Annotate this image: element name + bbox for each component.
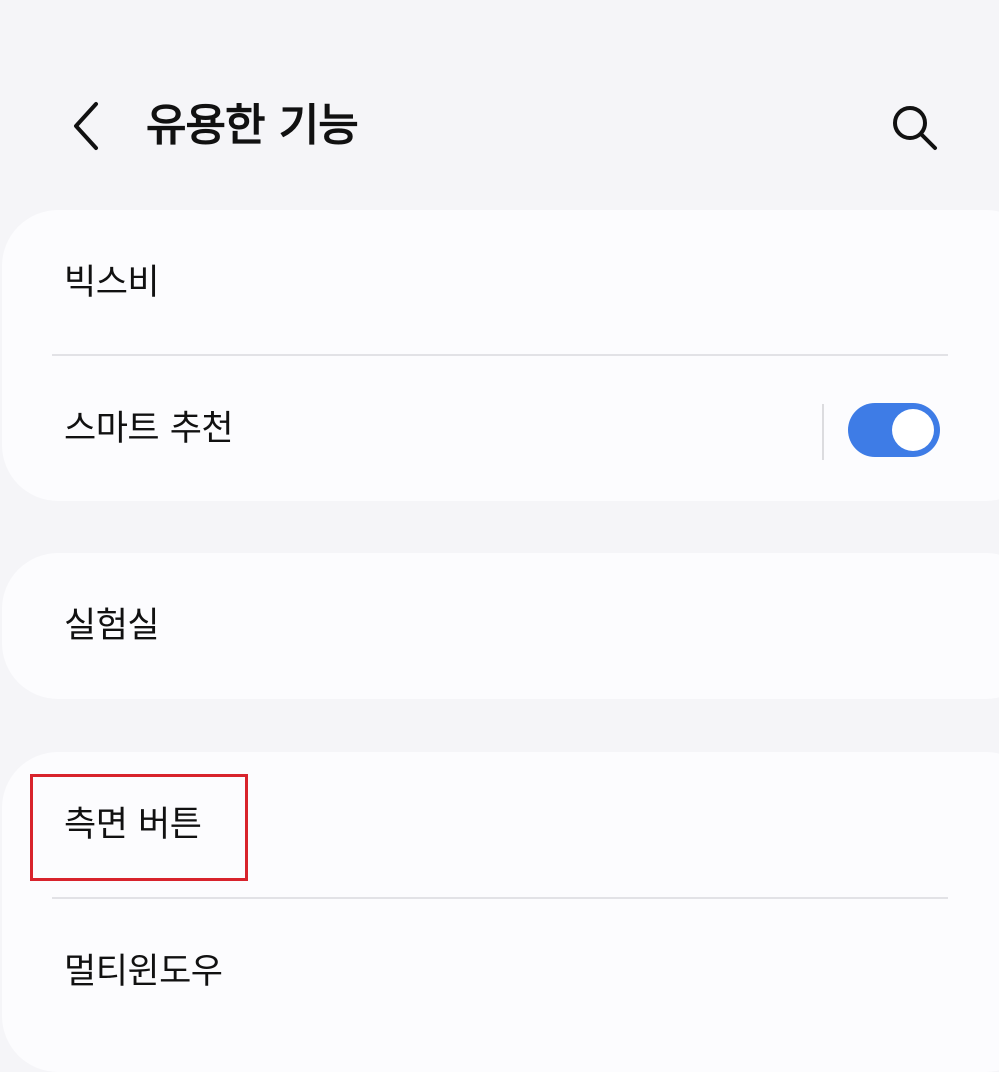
item-label: 멀티윈도우: [64, 952, 223, 992]
list-item-bixby[interactable]: 빅스비: [2, 210, 999, 356]
page-title: 유용한 기능: [146, 100, 359, 151]
search-button[interactable]: [880, 96, 950, 160]
back-button[interactable]: [58, 96, 114, 156]
toggle-separator: [822, 404, 824, 460]
item-label: 실험실: [64, 606, 160, 646]
list-item-labs[interactable]: 실험실: [2, 553, 999, 699]
settings-group-3: 측면 버튼 멀티윈도우: [2, 752, 999, 1072]
toggle-knob: [892, 409, 934, 451]
list-item-smart-suggestions[interactable]: 스마트 추천: [2, 356, 999, 502]
chevron-left-icon: [74, 102, 98, 150]
search-icon: [893, 106, 937, 150]
list-item-multi-window[interactable]: 멀티윈도우: [2, 899, 999, 1045]
settings-group-1: 빅스비 스마트 추천: [2, 210, 999, 501]
list-item-side-button[interactable]: 측면 버튼: [2, 752, 999, 898]
item-label: 빅스비: [64, 263, 160, 303]
item-label: 측면 버튼: [64, 805, 202, 845]
smart-suggestions-toggle[interactable]: [848, 403, 940, 457]
item-label: 스마트 추천: [64, 409, 234, 449]
app-bar: 유용한 기능: [0, 0, 999, 210]
settings-group-2: 실험실: [2, 553, 999, 699]
